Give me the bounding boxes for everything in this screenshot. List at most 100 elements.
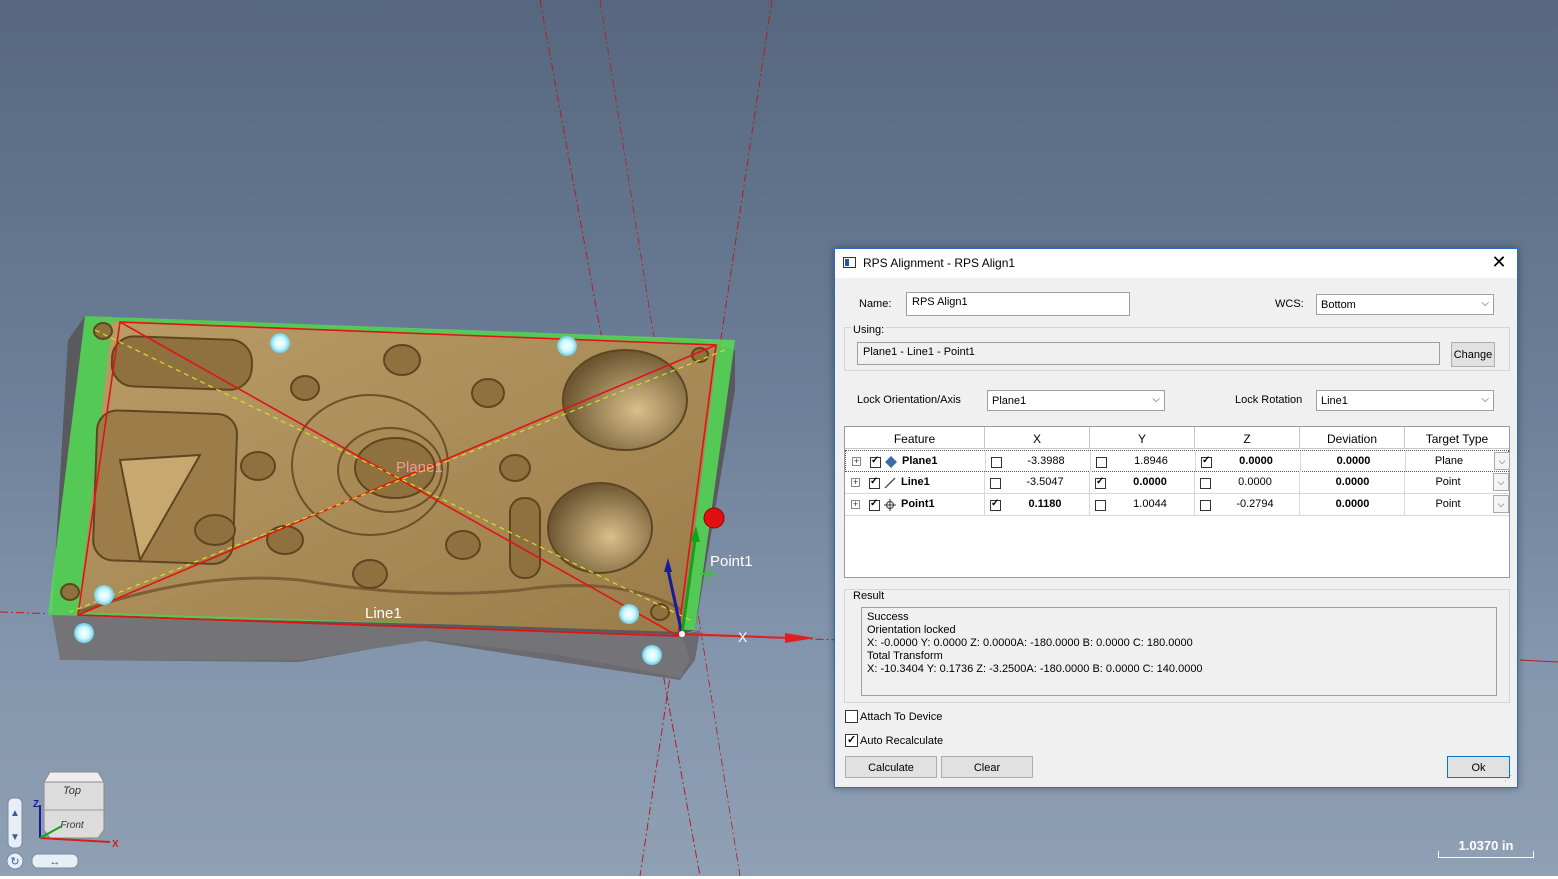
x-value: -3.3988 xyxy=(1027,455,1065,467)
z-value: -0.2794 xyxy=(1236,498,1274,510)
view-cube[interactable]: ▲ ▼ Top Front Z X ↻ ↔ xyxy=(0,760,130,876)
lock-rotation-label: Lock Rotation xyxy=(1235,394,1303,406)
result-label: Result xyxy=(851,590,887,602)
close-icon[interactable]: ✕ xyxy=(1489,252,1509,273)
name-label: Name: xyxy=(859,298,892,310)
dialog-title: RPS Alignment - RPS Align1 xyxy=(863,256,1016,270)
result-line: X: -10.3404 Y: 0.1736 Z: -3.2500A: -180.… xyxy=(867,663,1203,675)
target-type-value: Point xyxy=(1435,498,1461,510)
rps-alignment-dialog: RPS Alignment - RPS Align1 ✕ Name: RPS A… xyxy=(834,248,1518,788)
deviation-value: 0.0000 xyxy=(1336,455,1371,467)
lock-y-checkbox[interactable] xyxy=(1096,457,1107,468)
resize-grip-icon[interactable]: ⋰ xyxy=(1504,774,1514,784)
column-header[interactable]: Target Type xyxy=(1405,427,1509,449)
auto-recalculate-checkbox[interactable] xyxy=(845,733,858,747)
wcs-label: WCS: xyxy=(1275,298,1304,310)
deviation-value: 0.0000 xyxy=(1335,476,1370,488)
svg-text:Z: Z xyxy=(33,799,39,810)
ok-button[interactable]: Ok xyxy=(1447,756,1510,778)
lock-rotation-select[interactable]: Line1 ⌵ xyxy=(1316,390,1494,411)
chevron-down-icon[interactable]: ⌵ xyxy=(1494,452,1510,470)
feature-name: Point1 xyxy=(901,498,935,510)
change-button[interactable]: Change xyxy=(1451,342,1495,367)
expand-icon[interactable]: + xyxy=(851,500,860,509)
lock-orientation-value: Plane1 xyxy=(992,395,1027,407)
x-value: 0.1180 xyxy=(1028,498,1062,510)
lock-x-checkbox[interactable] xyxy=(990,498,1001,511)
feature-name: Line1 xyxy=(901,476,930,488)
deviation-value: 0.0000 xyxy=(1335,498,1370,510)
feature-enable-checkbox[interactable] xyxy=(869,476,880,489)
point-icon xyxy=(884,499,896,511)
target-point xyxy=(557,336,577,356)
wcs-value: Bottom xyxy=(1321,299,1356,311)
target-type-value: Point xyxy=(1435,476,1461,488)
chevron-down-icon[interactable]: ⌵ xyxy=(1493,495,1509,513)
table-row[interactable]: + Line1 -3.5047 0.0000 0.0000 0.0000 xyxy=(845,472,1509,494)
svg-text:▲: ▲ xyxy=(10,808,20,819)
table-row[interactable]: + Point1 0.1180 1.0044 -0.2794 0.0000 xyxy=(845,494,1509,516)
lock-z-checkbox[interactable] xyxy=(1200,500,1211,511)
clear-button[interactable]: Clear xyxy=(941,756,1033,778)
y-value: 1.0044 xyxy=(1133,498,1167,510)
target-point xyxy=(94,585,114,605)
expand-icon[interactable]: + xyxy=(852,457,861,466)
x-value: -3.5047 xyxy=(1026,476,1064,488)
view-top: Top xyxy=(63,785,81,797)
chevron-down-icon: ⌵ xyxy=(1481,298,1489,309)
feature-enable-checkbox[interactable] xyxy=(870,455,881,468)
svg-text:↻: ↻ xyxy=(10,856,19,868)
chevron-down-icon: ⌵ xyxy=(1152,394,1160,405)
column-header[interactable]: Deviation xyxy=(1300,427,1405,449)
point-label: Point1 xyxy=(710,553,753,570)
lock-orientation-select[interactable]: Plane1 ⌵ xyxy=(987,390,1165,411)
plane-icon xyxy=(885,456,897,468)
result-line: Orientation locked xyxy=(867,624,956,636)
view-front: Front xyxy=(60,820,85,831)
lock-y-checkbox[interactable] xyxy=(1095,500,1106,511)
wcs-select[interactable]: Bottom ⌵ xyxy=(1316,294,1494,315)
name-input[interactable]: RPS Align1 xyxy=(906,292,1130,316)
target-point xyxy=(270,333,290,353)
target-type-value: Plane xyxy=(1434,455,1464,467)
z-value: 0.0000 xyxy=(1238,476,1272,488)
lock-rotation-value: Line1 xyxy=(1321,395,1348,407)
feature-name: Plane1 xyxy=(902,455,938,467)
y-value: 1.8946 xyxy=(1134,455,1168,467)
chevron-down-icon[interactable]: ⌵ xyxy=(1493,473,1509,491)
lock-x-checkbox[interactable] xyxy=(990,478,1001,489)
svg-text:▼: ▼ xyxy=(10,832,20,843)
chevron-down-icon: ⌵ xyxy=(1481,394,1489,405)
calculate-button[interactable]: Calculate xyxy=(845,756,937,778)
selected-point xyxy=(703,507,725,529)
lock-z-checkbox[interactable] xyxy=(1201,455,1212,468)
result-text: Success Orientation locked X: -0.0000 Y:… xyxy=(861,607,1497,696)
svg-text:↔: ↔ xyxy=(50,856,61,868)
expand-icon[interactable]: + xyxy=(851,478,860,487)
using-field: Plane1 - Line1 - Point1 xyxy=(857,342,1440,365)
line-label: Line1 xyxy=(365,605,402,622)
lock-orientation-label: Lock Orientation/Axis xyxy=(857,394,961,406)
column-header[interactable]: Feature xyxy=(845,427,985,449)
lock-y-checkbox[interactable] xyxy=(1095,476,1106,489)
using-label: Using: xyxy=(851,324,887,336)
lock-z-checkbox[interactable] xyxy=(1200,478,1211,489)
dialog-titlebar[interactable]: RPS Alignment - RPS Align1 ✕ xyxy=(835,249,1517,278)
feature-table[interactable]: Feature X Y Z Deviation Target Type + Pl… xyxy=(844,426,1510,578)
line-icon xyxy=(884,477,896,489)
result-line: Success xyxy=(867,611,909,623)
axis-line xyxy=(1519,659,1558,663)
result-line: Total Transform xyxy=(867,650,943,662)
column-header[interactable]: Y xyxy=(1090,427,1195,449)
attach-to-device-checkbox[interactable] xyxy=(845,710,858,723)
column-header[interactable]: Z xyxy=(1195,427,1300,449)
feature-enable-checkbox[interactable] xyxy=(869,498,880,511)
svg-text:X: X xyxy=(112,839,119,850)
column-header[interactable]: X xyxy=(985,427,1090,449)
scale-bar: 1.0370 in xyxy=(1438,838,1534,860)
target-point xyxy=(74,623,94,643)
table-row[interactable]: + Plane1 -3.3988 1.8946 0.0000 0.0000 xyxy=(845,450,1510,472)
target-point xyxy=(619,604,639,624)
lock-x-checkbox[interactable] xyxy=(991,457,1002,468)
plane-label: Plane1 xyxy=(396,459,443,476)
